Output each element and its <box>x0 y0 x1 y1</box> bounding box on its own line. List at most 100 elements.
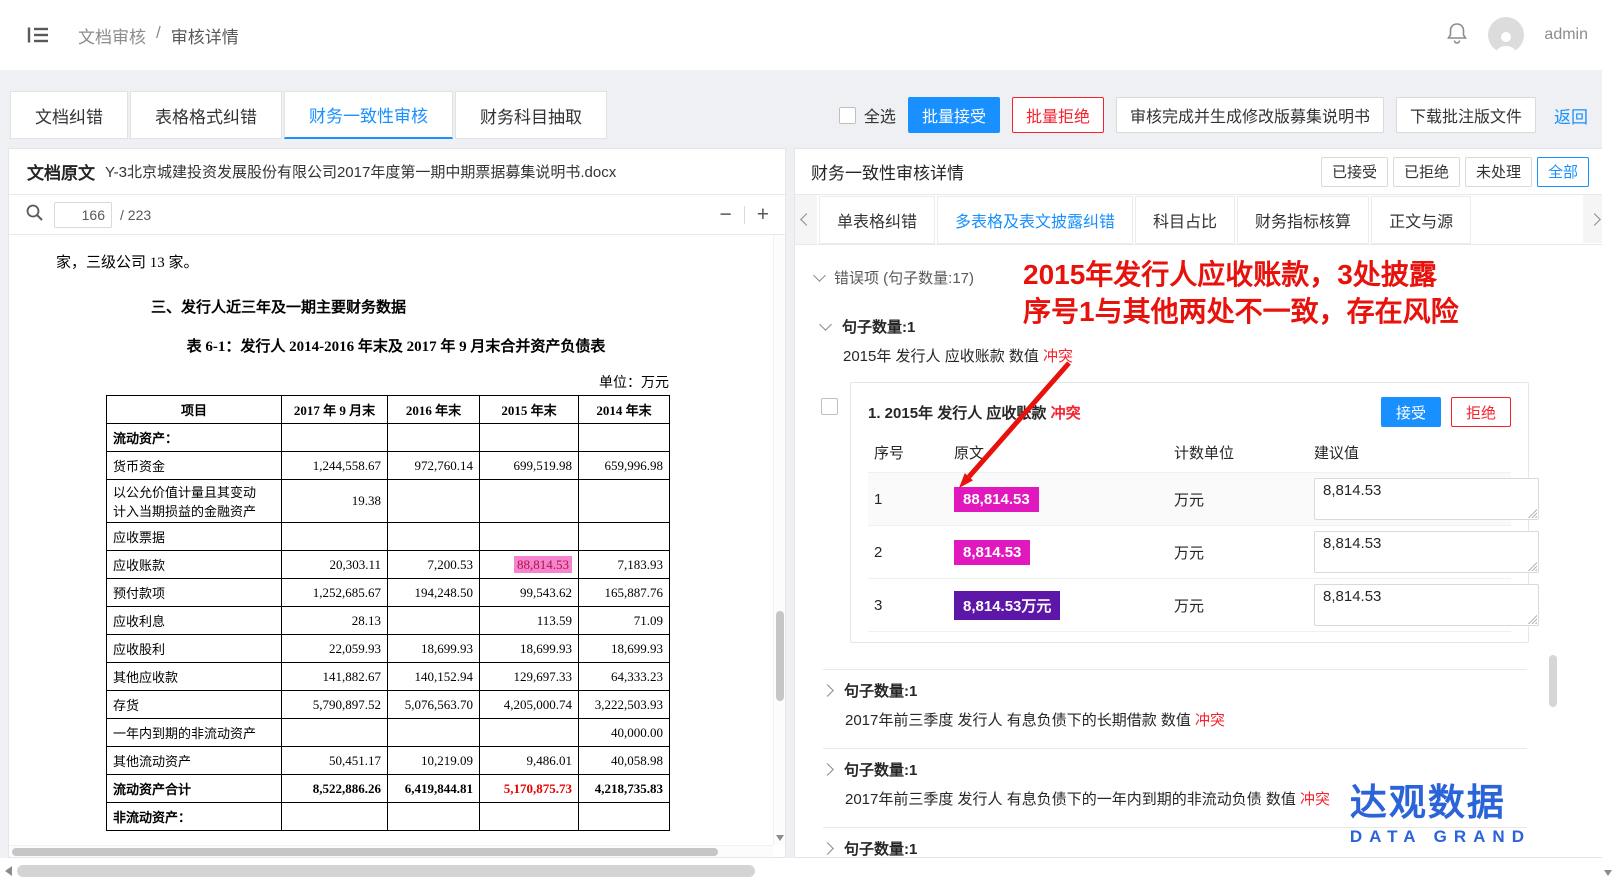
toolbar-tab[interactable]: 财务科目抽取 <box>455 91 607 139</box>
original-value-badge: 8,814.53万元 <box>954 591 1060 620</box>
breadcrumb-current: 审核详情 <box>171 23 239 48</box>
toolbar-tab-list: 文档纠错表格格式纠错财务一致性审核财务科目抽取 <box>10 91 607 139</box>
doc-panel-title: 文档原文 <box>27 159 95 184</box>
toolbar-tab[interactable]: 财务一致性审核 <box>284 91 453 139</box>
balance-sheet-table: 项目2017 年 9 月末2016 年末2015 年末2014 年末 流动资产：… <box>106 395 670 831</box>
doc-table-cell <box>388 523 480 551</box>
username[interactable]: admin <box>1544 26 1588 44</box>
collapsed-item-header[interactable]: 句子数量:1 <box>823 759 1527 780</box>
menu-fold-icon[interactable] <box>26 25 50 45</box>
doc-vscroll-thumb[interactable] <box>776 611 784 701</box>
scroll-left-arrow-icon[interactable] <box>5 866 12 876</box>
doc-row-label: 货币资金 <box>107 452 282 480</box>
doc-table-header-row: 项目2017 年 9 月末2016 年末2015 年末2014 年末 <box>107 396 670 424</box>
download-annotated-button[interactable]: 下载批注版文件 <box>1396 97 1536 133</box>
scroll-down-arrow-icon[interactable] <box>1604 870 1612 876</box>
page-hscroll-thumb[interactable] <box>17 865 755 877</box>
doc-table-cell: 22,059.93 <box>282 635 388 663</box>
review-panel-title: 财务一致性审核详情 <box>811 159 964 184</box>
toolbar-tab[interactable]: 文档纠错 <box>10 91 128 139</box>
doc-table-cell <box>579 803 670 831</box>
doc-table-cell: 99,543.62 <box>480 579 579 607</box>
error-detail-card: 1. 2015年 发行人 应收账款 冲突 接受 拒绝 序号原文计数单位建议值 1… <box>850 382 1529 643</box>
unit-cell: 万元 <box>1168 526 1308 579</box>
doc-table-cell: 113.59 <box>480 607 579 635</box>
error-description: 2015年 发行人 应收账款 数值 冲突 <box>843 345 1585 366</box>
doc-filename: Y-3北京城建投资发展股份有限公司2017年度第一期中期票据募集说明书.docx <box>105 161 616 182</box>
conflict-label: 冲突 <box>1043 348 1073 365</box>
original-value-badge: 88,814.53 <box>954 487 1039 512</box>
chevron-right-icon <box>821 842 834 855</box>
highlighted-value: 5,170,875.73 <box>504 781 572 796</box>
conflict-label: 冲突 <box>1051 405 1081 422</box>
filter-button[interactable]: 全部 <box>1537 157 1589 187</box>
review-tab[interactable]: 单表格纠错 <box>819 196 935 244</box>
doc-table-cell: 1,252,685.67 <box>282 579 388 607</box>
doc-table-header-cell: 2014 年末 <box>579 396 670 424</box>
doc-row-label: 其他流动资产 <box>107 747 282 775</box>
suggestion-input[interactable]: 8,814.53 <box>1314 478 1539 520</box>
doc-row-label: 流动资产： <box>107 424 282 452</box>
review-tab[interactable]: 多表格及表文披露纠错 <box>937 196 1133 244</box>
review-content: 错误项 (句子数量:17) 2015年发行人应收账款，3处披露 序号1与其他两处… <box>795 245 1605 857</box>
doc-table-row: 应收利息28.13113.5971.09 <box>107 607 670 635</box>
doc-table-header-cell: 项目 <box>107 396 282 424</box>
review-scroll-thumb[interactable] <box>1549 655 1557 707</box>
error-section-header[interactable]: 错误项 (句子数量:17) <box>815 267 1585 288</box>
doc-page-view[interactable]: 家，三级公司 13 家。 三、发行人近三年及一期主要财务数据 表 6-1：发行人… <box>9 235 785 857</box>
accept-button[interactable]: 接受 <box>1381 397 1441 427</box>
fix-table-header-cell: 计数单位 <box>1168 433 1308 473</box>
zoom-out-button[interactable]: − <box>719 204 731 225</box>
tab-scroll-left-icon[interactable] <box>795 195 817 244</box>
chevron-down-icon <box>819 318 832 331</box>
unit-cell: 万元 <box>1168 579 1308 632</box>
filter-button[interactable]: 未处理 <box>1465 157 1532 187</box>
error-item-checkbox[interactable] <box>821 398 838 415</box>
review-tab[interactable]: 科目占比 <box>1135 196 1235 244</box>
filter-list: 已接受已拒绝未处理全部 <box>1321 157 1589 187</box>
avatar[interactable] <box>1488 17 1524 53</box>
filter-button[interactable]: 已拒绝 <box>1393 157 1460 187</box>
doc-horizontal-scrollbar[interactable] <box>9 845 773 857</box>
doc-row-label: 非流动资产： <box>107 803 282 831</box>
breadcrumb: 文档审核 / 审核详情 <box>78 23 239 48</box>
doc-table-header-cell: 2017 年 9 月末 <box>282 396 388 424</box>
sentence-count: 句子数量:1 <box>844 680 917 701</box>
review-tab[interactable]: 财务指标核算 <box>1237 196 1369 244</box>
sentence-count: 句子数量:1 <box>842 316 915 337</box>
back-button[interactable]: 返回 <box>1548 97 1594 133</box>
page-number-input[interactable] <box>54 202 112 228</box>
doc-table-cell: 5,170,875.73 <box>480 775 579 803</box>
select-all-checkbox[interactable] <box>839 107 856 124</box>
batch-reject-button[interactable]: 批量拒绝 <box>1012 97 1104 133</box>
doc-table-row: 存货5,790,897.525,076,563.704,205,000.743,… <box>107 691 670 719</box>
zoom-in-button[interactable]: + <box>757 204 769 225</box>
zoom-search-icon[interactable] <box>25 203 44 227</box>
reject-button[interactable]: 拒绝 <box>1451 397 1511 427</box>
toolbar-tab[interactable]: 表格格式纠错 <box>130 91 282 139</box>
review-tab[interactable]: 正文与源 <box>1371 196 1471 244</box>
finish-generate-button[interactable]: 审核完成并生成修改版募集说明书 <box>1116 97 1384 133</box>
bell-icon[interactable] <box>1446 21 1468 50</box>
doc-table-row: 应收票据 <box>107 523 670 551</box>
page-vertical-scrollbar[interactable] <box>1602 70 1614 884</box>
doc-row-label: 应收利息 <box>107 607 282 635</box>
doc-vertical-scrollbar[interactable] <box>773 235 785 845</box>
suggestion-input[interactable]: 8,814.53 <box>1314 584 1539 626</box>
filter-button[interactable]: 已接受 <box>1321 157 1388 187</box>
suggestion-input[interactable]: 8,814.53 <box>1314 531 1539 573</box>
doc-row-label: 应收票据 <box>107 523 282 551</box>
collapsed-item-header[interactable]: 句子数量:1 <box>823 838 1527 857</box>
batch-accept-button[interactable]: 批量接受 <box>908 97 1000 133</box>
doc-hscroll-thumb[interactable] <box>12 848 718 856</box>
page-horizontal-scrollbar[interactable] <box>0 858 1602 884</box>
doc-table-cell: 40,058.98 <box>579 747 670 775</box>
collapsed-item-header[interactable]: 句子数量:1 <box>823 680 1527 701</box>
expanded-group-header[interactable]: 句子数量:1 <box>821 316 1585 337</box>
scroll-down-arrow-icon[interactable] <box>776 835 784 841</box>
doc-table-cell: 4,205,000.74 <box>480 691 579 719</box>
doc-table-cell: 28.13 <box>282 607 388 635</box>
breadcrumb-root[interactable]: 文档审核 <box>78 23 146 48</box>
doc-row-label: 流动资产合计 <box>107 775 282 803</box>
doc-table-row: 流动资产： <box>107 424 670 452</box>
